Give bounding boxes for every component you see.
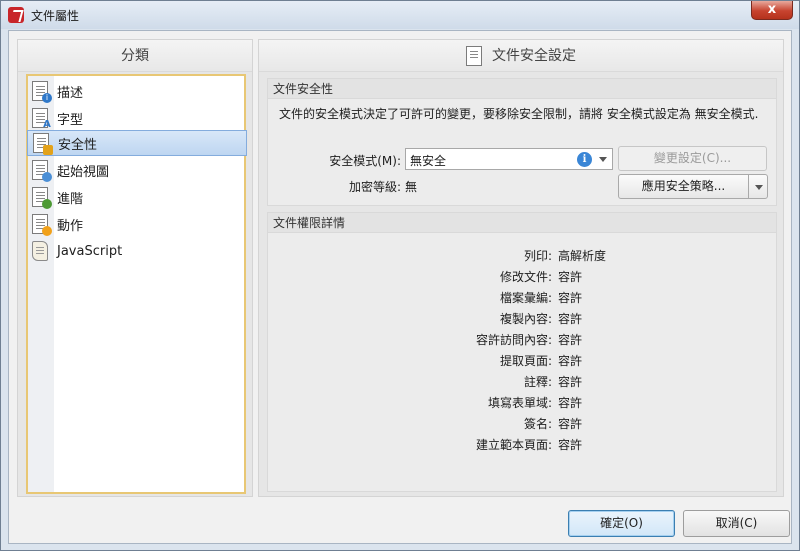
document-properties-dialog: 文件屬性 x 分類 i 描述 A 字型 安全性 起始視圖 進階 動作 JavaS… <box>0 0 800 551</box>
category-label: 動作 <box>57 218 84 234</box>
permission-row: 簽名: 容許 <box>268 415 778 435</box>
permission-value: 容許 <box>558 333 583 347</box>
category-label: JavaScript <box>57 243 123 259</box>
permission-row: 列印: 高解析度 <box>268 247 778 267</box>
apply-security-policy-button[interactable]: 應用安全策略... <box>618 174 749 199</box>
category-header: 分類 <box>18 40 252 72</box>
permissions-section-title: 文件權限詳情 <box>268 213 776 233</box>
security-mode-select[interactable]: 無安全 i <box>405 148 613 170</box>
ok-button[interactable]: 確定(O) <box>568 510 675 537</box>
close-button[interactable]: x <box>751 1 793 20</box>
permission-label: 提取頁面: <box>499 354 552 368</box>
category-item-initial-view[interactable]: 起始視圖 <box>28 157 244 183</box>
category-panel: 分類 i 描述 A 字型 安全性 起始視圖 進階 動作 JavaScript <box>17 39 253 497</box>
encryption-level-value: 無 <box>405 180 418 194</box>
permission-row: 填寫表單域: 容許 <box>268 394 778 414</box>
permission-label: 建立範本頁面: <box>475 438 552 452</box>
category-item-fonts[interactable]: A 字型 <box>28 105 244 131</box>
doc-lock-icon <box>466 45 482 66</box>
chevron-down-icon[interactable] <box>599 157 607 162</box>
window-title: 文件屬性 <box>31 9 80 23</box>
category-item-security[interactable]: 安全性 <box>27 130 247 156</box>
permission-label: 修改文件: <box>499 270 552 284</box>
category-label: 安全性 <box>58 137 98 153</box>
permission-value: 容許 <box>558 417 583 431</box>
dialog-body: 分類 i 描述 A 字型 安全性 起始視圖 進階 動作 JavaScript 文… <box>8 30 792 544</box>
info-icon[interactable]: i <box>577 152 592 167</box>
doc-lock-icon <box>33 133 53 155</box>
change-settings-button[interactable]: 變更設定(C)... <box>618 146 767 171</box>
permission-label: 複製內容: <box>499 312 552 326</box>
category-label: 進階 <box>57 191 84 207</box>
permission-label: 容許訪問內容: <box>475 333 552 347</box>
security-mode-label: 安全模式(M): <box>329 154 401 168</box>
permission-row: 註釋: 容許 <box>268 373 778 393</box>
permission-label: 填寫表單域: <box>487 396 552 410</box>
script-icon <box>32 241 48 261</box>
permission-label: 列印: <box>523 249 552 263</box>
encryption-level-label: 加密等級: <box>348 180 401 194</box>
security-section: 文件安全性 文件的安全模式決定了可許可的變更，要移除安全限制，請將 安全模式設定… <box>267 78 777 206</box>
doc-font-icon: A <box>32 108 51 130</box>
permission-row: 容許訪問內容: 容許 <box>268 331 778 351</box>
permissions-section: 文件權限詳情 列印: 高解析度 修改文件: 容許 檔案彙編: 容許 複製內容: … <box>267 212 777 492</box>
policy-dropdown-chevron-icon[interactable] <box>748 174 768 199</box>
doc-action-icon <box>32 214 52 236</box>
permission-value: 容許 <box>558 438 583 452</box>
permission-value: 容許 <box>558 396 583 410</box>
permission-label: 檔案彙編: <box>499 291 552 305</box>
doc-gear-icon <box>32 187 52 209</box>
doc-view-icon <box>32 160 52 182</box>
permission-row: 建立範本頁面: 容許 <box>268 436 778 456</box>
security-section-title: 文件安全性 <box>268 79 776 99</box>
category-item-javascript[interactable]: JavaScript <box>28 238 244 264</box>
app-logo-icon <box>8 7 24 23</box>
permission-row: 提取頁面: 容許 <box>268 352 778 372</box>
cancel-button[interactable]: 取消(C) <box>683 510 790 537</box>
permission-value: 高解析度 <box>558 249 607 263</box>
security-mode-value: 無安全 <box>410 154 447 168</box>
permission-value: 容許 <box>558 354 583 368</box>
permission-value: 容許 <box>558 270 583 284</box>
category-item-advanced[interactable]: 進階 <box>28 184 244 210</box>
security-description: 文件的安全模式決定了可許可的變更，要移除安全限制，請將 安全模式設定為 無安全模… <box>279 107 759 121</box>
category-label: 描述 <box>57 85 84 101</box>
permission-value: 容許 <box>558 375 583 389</box>
title-bar[interactable]: 文件屬性 x <box>1 1 799 29</box>
category-item-description[interactable]: i 描述 <box>28 78 244 104</box>
permission-row: 檔案彙編: 容許 <box>268 289 778 309</box>
permission-value: 容許 <box>558 291 583 305</box>
category-label: 起始視圖 <box>57 164 110 180</box>
settings-title: 文件安全設定 <box>492 47 576 64</box>
doc-info-icon: i <box>32 81 52 103</box>
permission-label: 註釋: <box>523 375 552 389</box>
category-list: i 描述 A 字型 安全性 起始視圖 進階 動作 JavaScript <box>26 74 247 494</box>
permission-row: 複製內容: 容許 <box>268 310 778 330</box>
permission-row: 修改文件: 容許 <box>268 268 778 288</box>
permission-label: 簽名: <box>523 417 552 431</box>
category-label: 字型 <box>57 112 84 128</box>
category-item-actions[interactable]: 動作 <box>28 211 244 237</box>
settings-header: 文件安全設定 <box>259 40 783 72</box>
permission-value: 容許 <box>558 312 583 326</box>
settings-panel: 文件安全設定 文件安全性 文件的安全模式決定了可許可的變更，要移除安全限制，請將… <box>258 39 784 497</box>
